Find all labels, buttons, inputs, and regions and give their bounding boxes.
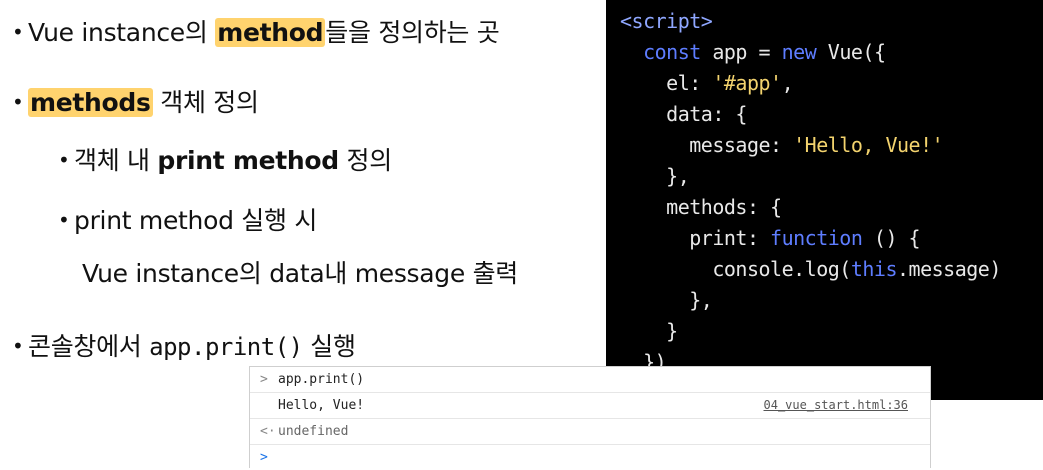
highlight-methods: methods	[28, 88, 153, 117]
code-text: },	[666, 164, 690, 188]
code-text: }	[666, 319, 678, 343]
code-keyword: const	[643, 40, 701, 64]
sub-bullet-print-execution: • print method 실행 시	[58, 204, 317, 237]
code-text: .message)	[897, 257, 1001, 281]
console-output-text: Hello, Vue!	[278, 398, 365, 413]
devtools-console: > app.print() Hello, Vue! 04_vue_start.ht…	[249, 366, 931, 468]
bullet-dot-icon: •	[58, 208, 70, 232]
bullet-text: 들을 정의하는 곳	[325, 18, 500, 47]
bullet-text: print method 실행 시	[74, 206, 318, 235]
console-output-row: Hello, Vue! 04_vue_start.html:36	[250, 393, 930, 419]
code-text: ,	[781, 71, 794, 95]
code-text: Vue({	[816, 40, 886, 64]
console-return-value: undefined	[278, 424, 349, 439]
bullet-text: 정의	[338, 146, 393, 175]
bold-print-method: print method	[157, 146, 339, 175]
return-arrow-icon: <·	[260, 424, 276, 439]
bullet-method-definition-place: • Vue instance의 method들을 정의하는 곳	[12, 16, 500, 49]
bullet-text: 객체 내	[74, 146, 158, 175]
code-text: app =	[700, 40, 782, 64]
code-text: },	[689, 288, 713, 312]
bullet-text: 실행	[302, 332, 356, 361]
code-keyword: this	[850, 257, 898, 281]
bullet-methods-object: • methods 객체 정의	[12, 86, 259, 119]
inline-code: app.print()	[149, 333, 303, 361]
bullet-dot-icon: •	[58, 148, 70, 172]
bullet-text: 객체 정의	[152, 88, 259, 117]
code-keyword: new	[781, 40, 817, 64]
code-text: message:	[689, 133, 794, 157]
chevron-right-icon: >	[260, 372, 268, 387]
code-line: <script>	[620, 9, 713, 33]
code-text: el:	[666, 71, 713, 95]
code-text: () {	[862, 226, 921, 250]
source-link[interactable]: 04_vue_start.html:36	[764, 393, 909, 418]
chevron-right-icon: >	[260, 450, 268, 465]
sub-bullet-print-method: • 객체 내 print method 정의	[58, 144, 392, 177]
console-input-row: > app.print()	[250, 367, 930, 393]
code-string: '#app'	[712, 71, 782, 95]
code-text: methods: {	[666, 195, 782, 219]
bullet-text: 콘솔창에서	[28, 332, 150, 361]
console-return-row: <· undefined	[250, 419, 930, 445]
code-keyword: function	[770, 226, 863, 250]
bullet-dot-icon: •	[12, 90, 24, 114]
code-string: 'Hello, Vue!'	[793, 133, 944, 157]
bullet-text: Vue instance의	[28, 18, 216, 47]
highlight-method: method	[215, 18, 326, 47]
console-prompt-row[interactable]: >	[250, 445, 930, 470]
code-text: print:	[689, 226, 771, 250]
code-text: data: {	[666, 102, 747, 126]
bullet-console-run: • 콘솔창에서 app.print() 실행	[12, 330, 356, 363]
bullet-dot-icon: •	[12, 20, 24, 44]
sub-bullet-continuation: Vue instance의 data내 message 출력	[82, 259, 518, 288]
bullet-dot-icon: •	[12, 334, 24, 358]
code-text: console.log(	[712, 257, 851, 281]
code-panel: <script> const app = new Vue({ el: '#app…	[606, 0, 1043, 400]
console-input-text: app.print()	[278, 372, 365, 387]
